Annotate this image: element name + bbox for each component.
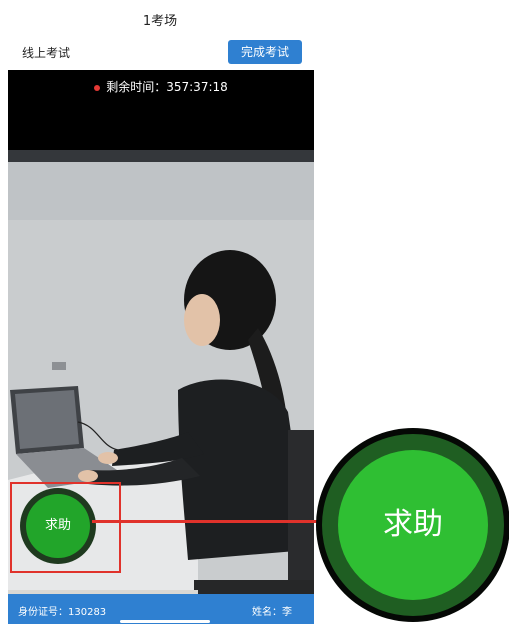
home-indicator bbox=[120, 620, 210, 623]
page-title: 1考场 bbox=[142, 14, 178, 29]
help-button-zoom: 求助 bbox=[316, 428, 509, 622]
highlight-box bbox=[10, 482, 121, 573]
exam-subtitle: 线上考试 bbox=[22, 46, 71, 60]
timer-label: 剩余时间： bbox=[106, 80, 167, 94]
annotation-arrow-line bbox=[92, 520, 350, 523]
timer: 剩余时间：357:37:18 bbox=[8, 78, 314, 95]
recording-dot-icon bbox=[94, 84, 101, 91]
timer-value: 357:37:18 bbox=[166, 80, 228, 94]
student-name: 姓名：李 bbox=[252, 607, 292, 618]
id-number: 身份证号：130283 bbox=[18, 607, 107, 618]
help-button-zoom-label: 求助 bbox=[338, 450, 488, 600]
finish-exam-button[interactable]: 完成考试 bbox=[228, 40, 302, 64]
